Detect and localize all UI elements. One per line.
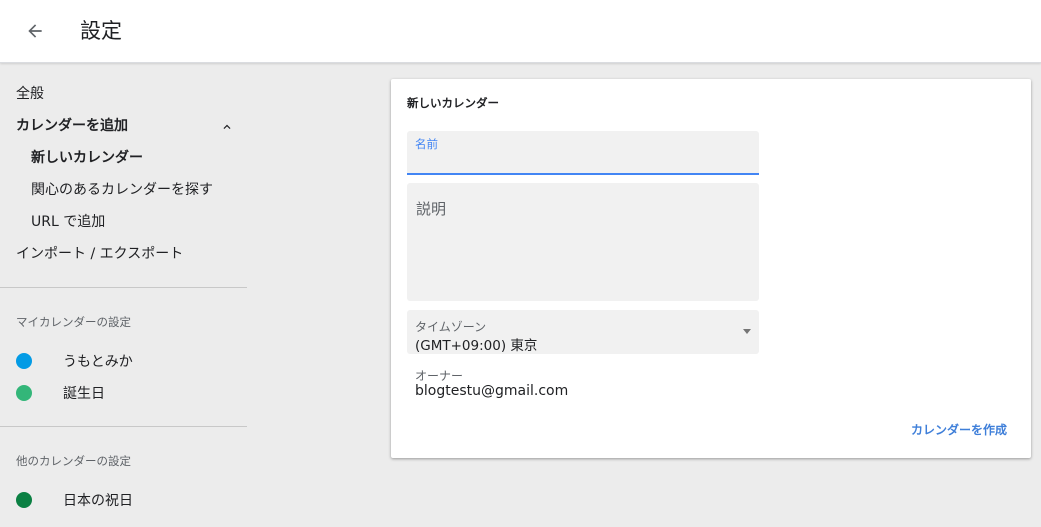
name-label: 名前 bbox=[415, 137, 438, 151]
new-calendar-card: 新しいカレンダー 名前 説明 タイムゾーン (GMT+09:00) 東京 オーナ… bbox=[391, 79, 1031, 458]
chevron-up-icon bbox=[223, 124, 231, 129]
calendar-label: 誕生日 bbox=[63, 386, 105, 402]
back-button[interactable] bbox=[19, 15, 51, 47]
app-header: 設定 bbox=[0, 0, 1041, 63]
card-title: 新しいカレンダー bbox=[407, 96, 499, 110]
calendar-color-dot bbox=[16, 492, 32, 508]
collapse-button[interactable] bbox=[218, 118, 236, 136]
sidebar-divider bbox=[0, 426, 247, 427]
name-input[interactable]: 名前 bbox=[407, 131, 759, 175]
timezone-select[interactable]: タイムゾーン (GMT+09:00) 東京 bbox=[407, 310, 759, 354]
calendar-label: 日本の祝日 bbox=[63, 493, 133, 509]
sidebar-item-browse-calendars[interactable]: 関心のあるカレンダーを探す bbox=[31, 180, 213, 200]
description-placeholder: 説明 bbox=[416, 200, 447, 218]
calendar-color-dot bbox=[16, 353, 32, 369]
timezone-value: (GMT+09:00) 東京 bbox=[415, 338, 538, 354]
description-textarea[interactable]: 説明 bbox=[407, 183, 759, 301]
sidebar-item-import-export[interactable]: インポート / エクスポート bbox=[16, 244, 183, 264]
dropdown-arrow-icon bbox=[743, 329, 751, 334]
sidebar-item-add-calendar[interactable]: カレンダーを追加 bbox=[16, 116, 128, 136]
sidebar-divider bbox=[0, 287, 247, 288]
calendar-item-japan-holidays[interactable]: 日本の祝日 bbox=[16, 490, 133, 510]
sidebar-item-new-calendar[interactable]: 新しいカレンダー bbox=[31, 148, 143, 168]
page-title: 設定 bbox=[80, 19, 122, 43]
settings-sidebar: 全般 カレンダーを追加 新しいカレンダー 関心のあるカレンダーを探す URL で… bbox=[0, 64, 247, 527]
timezone-label: タイムゾーン bbox=[415, 320, 487, 334]
other-calendars-heading: 他のカレンダーの設定 bbox=[16, 454, 131, 468]
owner-label: オーナー bbox=[415, 369, 464, 383]
arrow-left-icon bbox=[28, 24, 42, 38]
calendar-color-dot bbox=[16, 385, 32, 401]
calendar-label: うもとみか bbox=[63, 354, 133, 370]
sidebar-item-add-by-url[interactable]: URL で追加 bbox=[31, 212, 105, 232]
calendar-item-birthdays[interactable]: 誕生日 bbox=[16, 383, 105, 403]
owner-email: blogtestu@gmail.com bbox=[415, 383, 569, 399]
my-calendars-heading: マイカレンダーの設定 bbox=[16, 315, 131, 329]
sidebar-item-general[interactable]: 全般 bbox=[16, 84, 44, 104]
calendar-item-umotomika[interactable]: うもとみか bbox=[16, 351, 133, 371]
create-calendar-button[interactable]: カレンダーを作成 bbox=[911, 421, 1007, 438]
